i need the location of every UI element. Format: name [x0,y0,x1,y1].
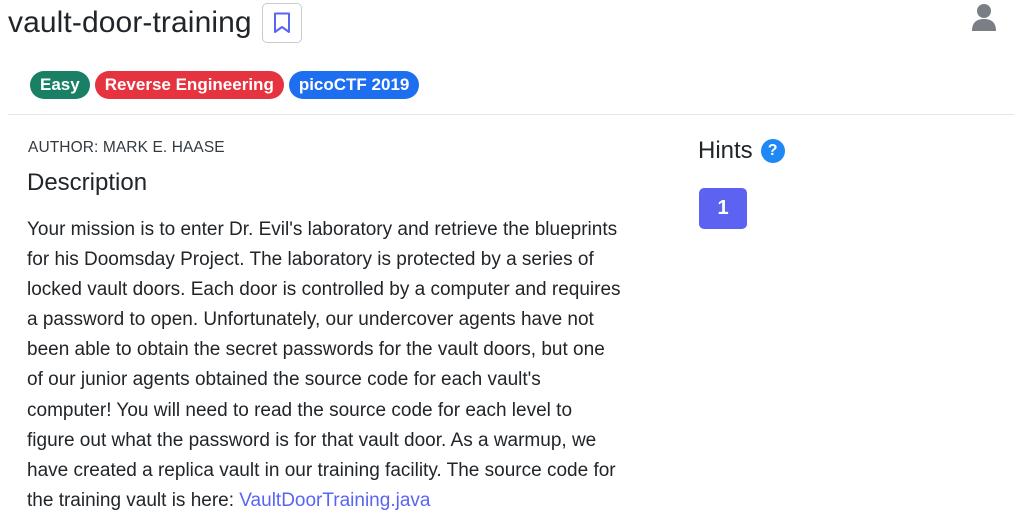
hints-heading: Hints ? [698,137,785,165]
challenge-title: vault-door-training [8,6,252,39]
description-line: for his Doomsday Project. The laboratory… [27,249,594,271]
event-badge[interactable]: picoCTF 2019 [288,71,420,99]
description-line-last: the training vault is here: VaultDoorTra… [27,486,675,516]
bookmark-button[interactable] [261,3,302,43]
help-icon[interactable]: ? [760,139,785,163]
description-line: computer! You will need to read the sour… [27,399,573,421]
source-file-link[interactable]: VaultDoorTraining.java [239,490,430,511]
description-heading: Description [27,169,148,196]
author-line: AUTHOR: MARK E. HAASE [28,139,225,156]
hints-title: Hints [698,137,753,164]
category-badge[interactable]: Reverse Engineering [94,71,284,99]
description-line-prefix: the training vault is here: [27,489,235,511]
description-line: locked vault doors. Each door is control… [27,279,621,301]
header-divider [8,114,1014,115]
challenge-page: vault-door-training Easy Reverse Enginee… [0,0,1014,525]
tag-list: Easy Reverse Engineering picoCTF 2019 [30,71,420,99]
bookmark-icon [273,12,290,33]
user-icon[interactable] [970,2,998,32]
title-row: vault-door-training [8,0,302,46]
description-line: have created a replica vault in our trai… [27,459,616,481]
description-line: a password to open. Unfortunately, our u… [27,309,594,331]
difficulty-badge[interactable]: Easy [30,71,90,99]
description-body: Your mission is to enter Dr. Evil's labo… [27,215,675,516]
hint-button-1[interactable]: 1 [699,188,747,229]
description-line: figure out what the password is for that… [27,429,597,451]
description-line: Your mission is to enter Dr. Evil's labo… [27,219,618,240]
description-line: of our junior agents obtained the source… [27,369,541,391]
description-line: been able to obtain the secret passwords… [27,339,605,361]
